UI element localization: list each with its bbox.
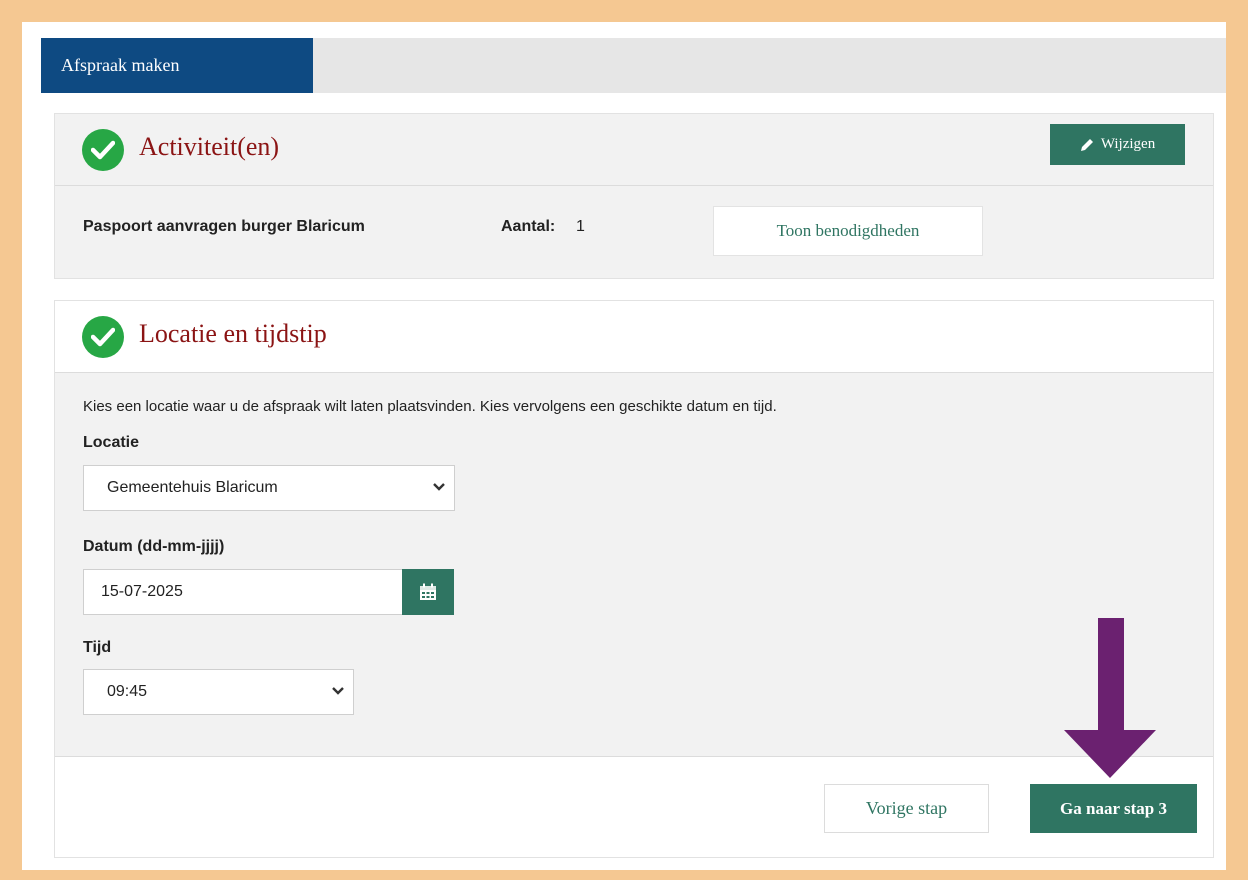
location-time-title: Locatie en tijdstip: [139, 319, 327, 348]
app-frame: Afspraak maken Activiteit(en) Wijzigen P…: [22, 22, 1226, 870]
chevron-down-icon: [332, 687, 344, 695]
step-navigation: Vorige stap Ga naar stap 3: [55, 756, 1213, 857]
location-time-panel: Locatie en tijdstip Kies een locatie waa…: [54, 300, 1214, 858]
activities-header: Activiteit(en) Wijzigen: [55, 114, 1213, 186]
tab-bar: Afspraak maken: [41, 38, 1226, 93]
location-select[interactable]: Gemeentehuis Blaricum: [83, 465, 455, 511]
activities-title: Activiteit(en): [139, 132, 280, 161]
location-intro-text: Kies een locatie waar u de afspraak wilt…: [83, 398, 777, 415]
next-step-button[interactable]: Ga naar stap 3: [1030, 784, 1197, 833]
edit-button-label: Wijzigen: [1100, 136, 1156, 152]
calendar-button[interactable]: [402, 569, 454, 615]
calendar-icon: [420, 583, 436, 600]
check-circle-icon: [82, 129, 124, 171]
tab-afspraak-maken[interactable]: Afspraak maken: [41, 38, 313, 93]
date-label: Datum (dd-mm-jjjj): [83, 538, 225, 555]
location-select-value: Gemeentehuis Blaricum: [107, 479, 278, 496]
down-arrow-annotation: [1064, 618, 1156, 778]
chevron-down-icon: [433, 483, 445, 491]
activities-panel: Activiteit(en) Wijzigen Paspoort aanvrag…: [54, 113, 1214, 279]
edit-button[interactable]: Wijzigen: [1050, 124, 1185, 165]
activity-count-value: 1: [576, 218, 585, 235]
time-label: Tijd: [83, 639, 112, 656]
activity-count-label: Aantal:: [501, 218, 556, 235]
pencil-icon: [1080, 138, 1093, 151]
time-select-value: 09:45: [107, 683, 148, 700]
time-select[interactable]: 09:45: [83, 669, 354, 715]
check-circle-icon: [82, 316, 124, 358]
previous-step-button[interactable]: Vorige stap: [824, 784, 989, 833]
location-label: Locatie: [83, 434, 140, 451]
date-input[interactable]: 15-07-2025: [83, 569, 403, 615]
activity-name: Paspoort aanvragen burger Blaricum: [83, 218, 365, 235]
location-time-header: Locatie en tijdstip: [55, 301, 1213, 373]
show-requirements-button[interactable]: Toon benodigdheden: [713, 206, 983, 256]
